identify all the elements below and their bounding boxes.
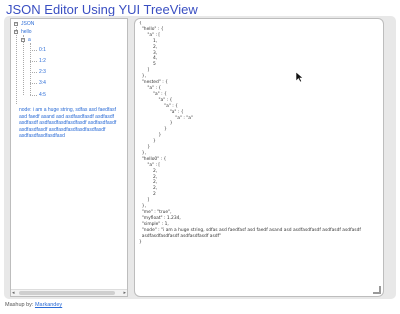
collapse-toggle-root[interactable]: −	[14, 22, 18, 26]
author-link[interactable]: Markandey	[35, 302, 62, 308]
collapse-toggle-a[interactable]: −	[21, 38, 25, 42]
tree-panel[interactable]: − JSON − hello − a 0:1 1:2 2:3 3:4 4:5 n…	[10, 18, 128, 297]
scroll-left-icon[interactable]: ◂	[12, 290, 15, 296]
tree-node-item[interactable]: 0:1	[39, 47, 46, 53]
scrollbar-thumb[interactable]	[19, 291, 115, 295]
tree-node-item[interactable]: 3:4	[39, 80, 46, 86]
horizontal-scrollbar[interactable]: ◂ ▸	[11, 289, 127, 296]
collapse-toggle-hello[interactable]: −	[14, 30, 18, 34]
tree-connector	[30, 61, 37, 62]
scroll-right-icon[interactable]: ▸	[123, 290, 126, 296]
resize-grip-icon[interactable]	[373, 286, 381, 294]
tree-connector	[23, 35, 24, 95]
footer: Mashup by: Markandey	[5, 302, 62, 308]
tree-node-item[interactable]: 1:2	[39, 58, 46, 64]
tree-node-item[interactable]: 4:5	[39, 92, 46, 98]
tree-connector	[30, 72, 37, 73]
tree-connector	[16, 27, 17, 104]
footer-prefix: Mashup by:	[5, 302, 34, 308]
tree-connector	[30, 95, 37, 96]
json-editor[interactable]: { "hello" : { "a" : [ 1, 2, 3, 4, 5 ] },…	[134, 18, 384, 297]
mouse-cursor-icon	[296, 72, 304, 82]
json-editor-text[interactable]: { "hello" : { "a" : [ 1, 2, 3, 4, 5 ] },…	[139, 21, 377, 289]
tree-node-item[interactable]: 2:3	[39, 69, 46, 75]
tree-connector	[30, 50, 37, 51]
tree-connector	[30, 83, 37, 84]
tree-node-long-string[interactable]: node: i am a huge string, sdfas asd faed…	[19, 107, 121, 140]
tree-node-root[interactable]: JSON	[21, 21, 34, 27]
page-title: JSON Editor Using YUI TreeView	[6, 2, 198, 17]
